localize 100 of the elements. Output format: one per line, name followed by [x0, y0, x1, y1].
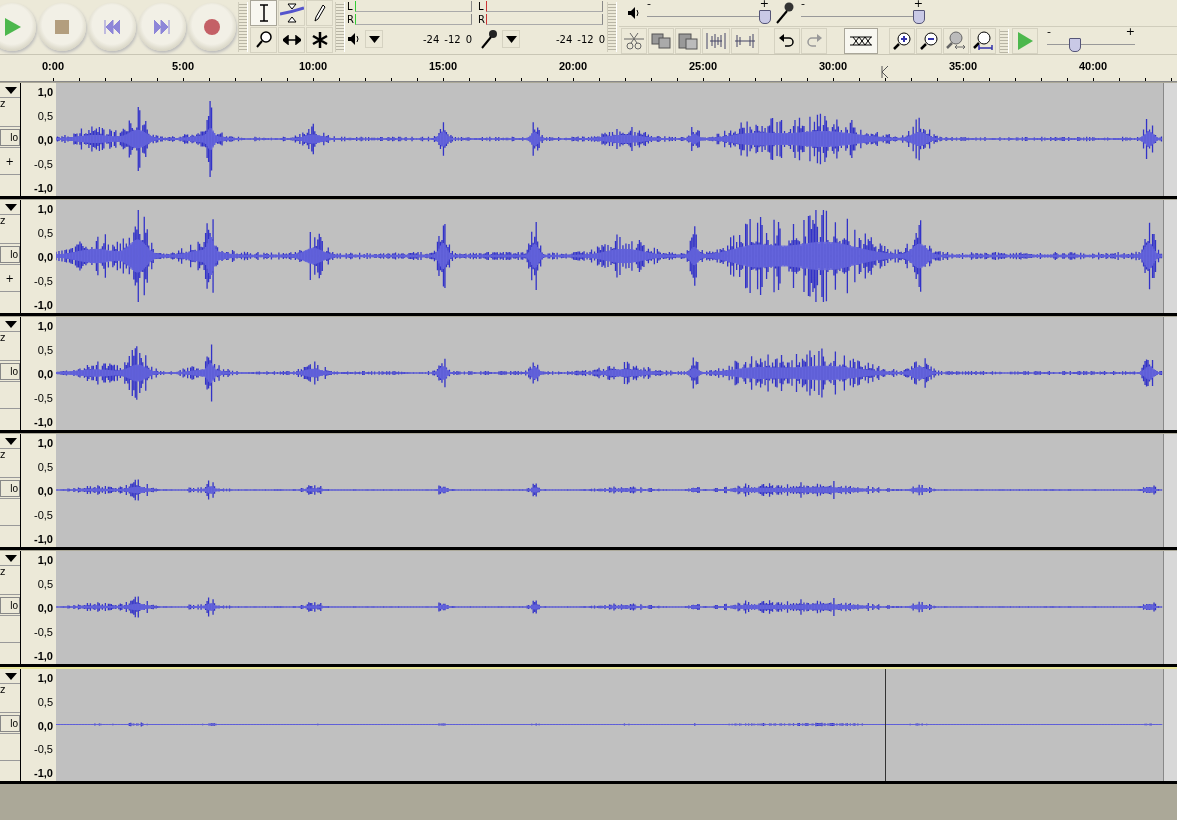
fit-selection-button[interactable] [943, 27, 969, 54]
amplitude-label: 1,0 [37, 672, 53, 684]
meter-dropdown[interactable] [502, 30, 520, 48]
double-arrow-icon [282, 35, 301, 45]
zoom-out-button[interactable] [916, 27, 942, 54]
meter-scale-label: -12 [577, 33, 594, 45]
meter-scale-label: -24 [422, 33, 440, 45]
solo-button[interactable]: lo [0, 596, 20, 614]
sample-rate-text: z [0, 566, 6, 577]
dropdown-icon[interactable] [5, 320, 17, 328]
amplitude-label: -1,0 [34, 299, 53, 311]
dropdown-icon[interactable] [5, 86, 17, 94]
select-tool[interactable] [250, 0, 277, 26]
zoom-tool[interactable] [250, 27, 277, 53]
zoom-in-button[interactable] [889, 27, 915, 54]
fit-project-button[interactable] [970, 27, 996, 54]
amplitude-label: 0,0 [37, 602, 53, 614]
record-button[interactable] [188, 3, 236, 51]
fit-selection-icon [946, 30, 966, 51]
amplitude-label: 0,0 [37, 485, 53, 497]
time-label: 40:00 [1078, 60, 1108, 72]
plus-label: + [759, 0, 769, 9]
copy-button[interactable] [648, 27, 674, 54]
minus-label: - [801, 0, 805, 9]
solo-button[interactable]: lo [0, 714, 20, 732]
pan-slider-label: + [5, 155, 14, 167]
trim-button[interactable] [702, 27, 730, 54]
play-icon [1016, 30, 1034, 51]
dropdown-icon[interactable] [5, 554, 17, 562]
audio-track[interactable]: z lo 1,0 0,5 0,0 -0,5 -1,0 [0, 551, 1177, 667]
amplitude-label: -0,5 [34, 509, 53, 521]
meter-scale-label: 0 [598, 33, 605, 45]
minus-label: - [647, 0, 651, 9]
multi-tool[interactable] [306, 27, 333, 53]
amplitude-label: 1,0 [37, 203, 53, 215]
skip-end-button[interactable] [138, 3, 186, 51]
pan-slider-label: + [5, 272, 14, 284]
solo-button[interactable]: lo [0, 128, 20, 146]
sample-rate-text: z [0, 684, 6, 695]
sample-rate-text: z [0, 215, 6, 226]
timeline-ruler[interactable]: 0:00 5:00 10:00 15:00 20:00 25:00 30:00 35:00 40:00 [0, 55, 1177, 82]
amplitude-label: -0,5 [34, 392, 53, 404]
amplitude-label: 1,0 [37, 554, 53, 566]
cut-button[interactable] [621, 27, 647, 54]
amplitude-label: -0,5 [34, 626, 53, 638]
solo-button[interactable]: lo [0, 479, 20, 497]
toolbar-grip[interactable] [238, 2, 248, 52]
amplitude-label: -1,0 [34, 416, 53, 428]
audio-track[interactable]: z lo 1,0 0,5 0,0 -0,5 -1,0 [0, 317, 1177, 433]
amplitude-label: 0,0 [37, 719, 53, 732]
dropdown-icon[interactable] [5, 672, 17, 680]
trim-icon [705, 32, 727, 49]
skip-start-button[interactable] [88, 3, 136, 51]
amplitude-label: 0,5 [37, 461, 53, 473]
solo-button[interactable]: lo [0, 362, 20, 380]
paste-button[interactable] [675, 27, 701, 54]
minus-label: - [1047, 26, 1051, 37]
envelope-tool[interactable] [278, 0, 305, 26]
time-label: 30:00 [818, 60, 848, 72]
silence-button[interactable] [731, 27, 759, 54]
toolbar-grip[interactable] [335, 2, 345, 52]
clipboard-icon [678, 31, 698, 50]
play-position-marker-icon [881, 66, 889, 78]
meter-dropdown[interactable] [365, 30, 383, 48]
meter-scale-label: -12 [444, 33, 461, 45]
amplitude-label: -0,5 [34, 275, 53, 287]
slider-thumb[interactable] [759, 10, 772, 24]
magnifier-icon [255, 31, 272, 49]
timeshift-tool[interactable] [278, 27, 305, 53]
slider-thumb[interactable] [1069, 37, 1082, 52]
time-label: 35:00 [948, 60, 978, 72]
pencil-icon [313, 4, 326, 22]
amplitude-label: 1,0 [37, 437, 53, 449]
channel-label: R [347, 13, 355, 26]
draw-tool[interactable] [306, 0, 333, 26]
toolbar-grip[interactable] [607, 2, 617, 52]
audio-track[interactable]: z lo 1,0 0,5 0,0 -0,5 -1,0 [0, 667, 1177, 784]
audio-track[interactable]: z lo 1,0 0,5 0,0 -0,5 -1,0 [0, 434, 1177, 550]
fit-project-icon [973, 30, 993, 51]
time-label: 15:00 [428, 60, 458, 72]
dropdown-icon[interactable] [5, 437, 17, 445]
play-icon [2, 17, 22, 37]
sync-button[interactable] [844, 27, 878, 54]
slider-thumb[interactable] [913, 10, 926, 24]
dropdown-icon [368, 35, 380, 43]
zoom-out-icon [920, 31, 938, 50]
solo-button[interactable]: lo [0, 245, 20, 263]
audio-track[interactable]: z lo + 1,0 0,5 0,0 -0,5 -1,0 [0, 83, 1177, 199]
microphone-icon [480, 29, 498, 49]
time-label: 25:00 [688, 60, 718, 72]
speaker-icon [627, 6, 641, 20]
toolbar-grip[interactable] [999, 28, 1009, 53]
amplitude-label: 0,5 [37, 110, 53, 122]
undo-button[interactable] [774, 27, 800, 54]
audio-track[interactable]: z lo + 1,0 0,5 0,0 -0,5 -1,0 [0, 200, 1177, 316]
amplitude-label: 0,5 [37, 578, 53, 590]
envelope-icon [279, 3, 304, 23]
sample-rate-text: z [0, 449, 6, 460]
dropdown-icon[interactable] [5, 203, 17, 211]
redo-icon [806, 33, 822, 48]
